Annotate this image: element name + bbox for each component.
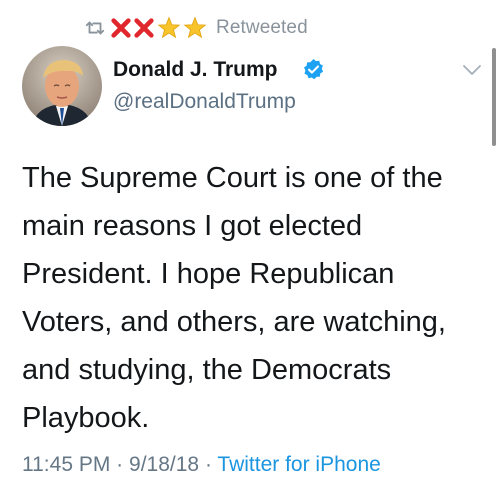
tweet-source-link[interactable]: Twitter for iPhone	[217, 453, 380, 476]
verified-badge-icon	[304, 58, 324, 80]
cross-mark-icon	[111, 18, 131, 38]
display-name[interactable]: Donald J. Trump	[113, 58, 278, 82]
star-icon	[157, 16, 181, 39]
star-icon	[183, 16, 207, 39]
retweet-icon	[85, 21, 105, 35]
avatar[interactable]	[22, 46, 102, 126]
tweet-text: The Supreme Court is one of the main rea…	[22, 162, 446, 434]
scroll-indicator	[492, 48, 496, 146]
separator: ·	[204, 453, 212, 476]
cross-mark-icon	[134, 18, 154, 38]
tweet-date[interactable]: 9/18/18	[129, 453, 199, 476]
retweet-context: Retweeted	[84, 12, 308, 44]
retweeted-label: Retweeted	[216, 17, 308, 38]
chevron-down-icon[interactable]	[462, 63, 482, 77]
user-handle[interactable]: @realDonaldTrump	[113, 90, 296, 114]
tweet-time: 11:45 PM	[22, 453, 111, 476]
separator: ·	[116, 453, 124, 476]
tweet-metadata: 11:45 PM · 9/18/18 · Twitter for iPhone	[22, 453, 381, 477]
